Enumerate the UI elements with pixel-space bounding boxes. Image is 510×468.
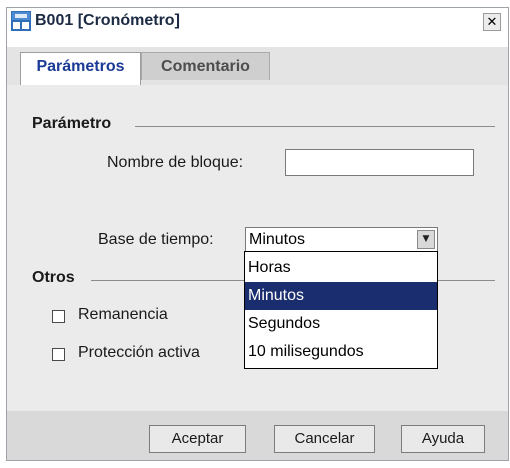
group-label-otros: Otros: [32, 269, 75, 286]
option-horas[interactable]: Horas: [245, 254, 437, 282]
block-name-label: Nombre de bloque:: [107, 154, 244, 171]
chevron-down-icon[interactable]: ▼: [417, 230, 435, 249]
dialog-window: B001 [Cronómetro] ✕ Parámetros Comentari…: [6, 7, 509, 461]
proteccion-label[interactable]: Protección activa: [78, 344, 200, 362]
tab-parametros[interactable]: Parámetros: [20, 52, 141, 86]
close-button[interactable]: ✕: [483, 13, 501, 31]
time-base-label: Base de tiempo:: [98, 231, 214, 248]
time-base-select[interactable]: Minutos ▼: [245, 227, 438, 252]
option-minutos[interactable]: Minutos: [245, 282, 437, 310]
cancel-button[interactable]: Cancelar: [274, 425, 375, 453]
tab-panel: Parámetro Nombre de bloque: Base de tiem…: [7, 85, 508, 411]
help-button[interactable]: Ayuda: [401, 425, 485, 453]
logo-app-icon: [11, 11, 31, 31]
remanencia-label[interactable]: Remanencia: [78, 306, 168, 324]
tab-strip: Parámetros Comentario: [7, 47, 508, 86]
accept-button[interactable]: Aceptar: [149, 425, 246, 453]
proteccion-checkbox[interactable]: [52, 348, 65, 361]
time-base-dropdown: Horas Minutos Segundos 10 milisegundos: [244, 251, 438, 369]
title-bar[interactable]: B001 [Cronómetro] ✕: [7, 8, 508, 45]
time-base-value: Minutos: [249, 231, 306, 248]
button-bar: Aceptar Cancelar Ayuda: [7, 411, 508, 460]
window-title: B001 [Cronómetro]: [35, 12, 180, 29]
option-segundos[interactable]: Segundos: [245, 310, 437, 338]
block-name-input[interactable]: [285, 149, 474, 176]
tab-comentario[interactable]: Comentario: [141, 52, 270, 80]
group-label-parametro: Parámetro: [32, 115, 112, 132]
option-10-milisegundos[interactable]: 10 milisegundos: [245, 338, 437, 366]
group-divider: [135, 126, 495, 127]
remanencia-checkbox[interactable]: [52, 310, 65, 323]
close-icon: ✕: [486, 15, 498, 30]
